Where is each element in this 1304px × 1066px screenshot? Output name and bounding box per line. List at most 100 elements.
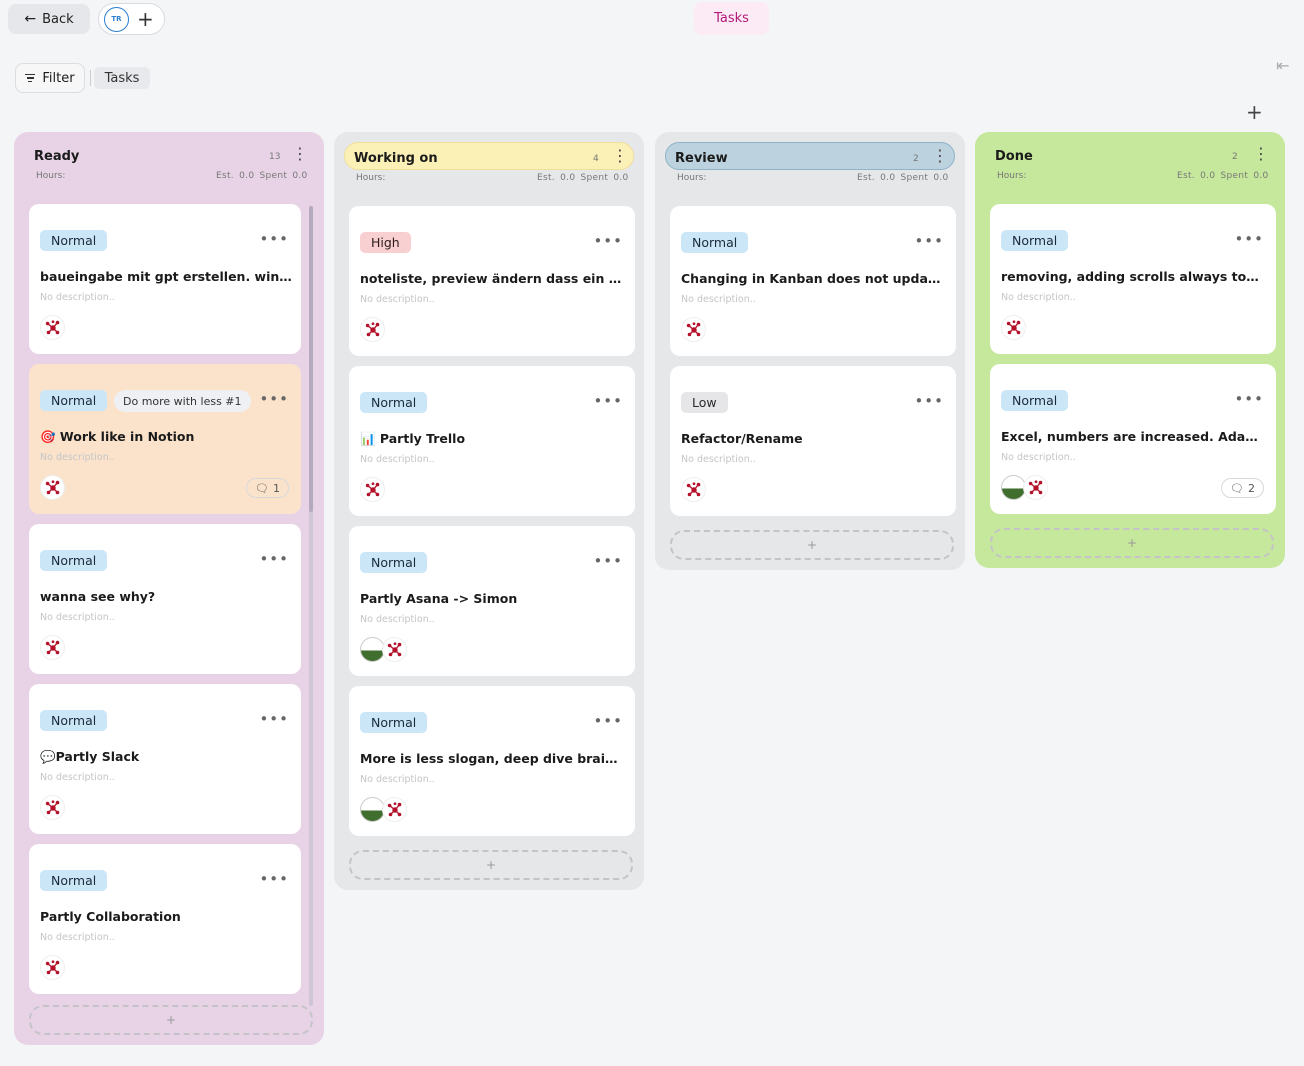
task-card[interactable]: Normal ••• Partly Asana -> Simon No descrip… — [349, 526, 635, 676]
column-title[interactable]: Review — [675, 151, 728, 166]
card-title[interactable]: 💬Partly Slack — [40, 749, 292, 765]
priority-badge[interactable]: Low — [681, 392, 728, 413]
filter-button[interactable]: Filter — [15, 63, 85, 93]
priority-badge[interactable]: Normal — [360, 552, 428, 573]
task-card[interactable]: Normal ••• Changing in Kanban does not upd… — [670, 206, 956, 356]
priority-badge[interactable]: High — [360, 232, 411, 253]
card-title[interactable]: More is less slogan, deep dive brainstor… — [360, 751, 622, 766]
priority-badge[interactable]: Normal — [1001, 390, 1069, 411]
assignee-avatar[interactable] — [360, 317, 385, 342]
add-member-icon[interactable]: + — [137, 9, 154, 29]
filter-label: Filter — [42, 70, 75, 86]
column-menu-icon[interactable]: ⋮ — [1253, 146, 1269, 162]
assignee-avatar[interactable] — [40, 315, 65, 340]
add-card-button[interactable]: + — [349, 850, 633, 880]
priority-badge[interactable]: Normal — [1001, 230, 1069, 251]
assignee-avatar[interactable] — [1001, 315, 1026, 340]
card-title[interactable]: Changing in Kanban does not update It's … — [681, 271, 943, 286]
task-card[interactable]: Normal ••• Excel, numbers are increased. A… — [990, 364, 1276, 514]
card-title[interactable]: baueingabe mit gpt erstellen. windfang — [40, 269, 292, 284]
priority-badge[interactable]: Normal — [40, 390, 108, 411]
card-menu-icon[interactable]: ••• — [259, 390, 289, 408]
card-menu-icon[interactable]: ••• — [593, 392, 623, 410]
card-title[interactable]: Partly Asana -> Simon — [360, 591, 622, 606]
card-menu-icon[interactable]: ••• — [1234, 390, 1264, 408]
assignee-avatar[interactable] — [40, 475, 65, 500]
add-card-button[interactable]: + — [990, 528, 1274, 558]
member-avatar[interactable]: TR — [104, 6, 129, 32]
add-card-button[interactable]: + — [29, 1005, 313, 1035]
card-menu-icon[interactable]: ••• — [593, 232, 623, 250]
priority-badge[interactable]: Normal — [40, 550, 108, 571]
card-title[interactable]: Partly Collaboration — [40, 909, 292, 924]
task-card[interactable]: Normal ••• 💬Partly Slack No description.. — [29, 684, 301, 834]
priority-badge[interactable]: Normal — [40, 710, 108, 731]
card-menu-icon[interactable]: ••• — [259, 230, 289, 248]
collapse-arrow-icon[interactable]: ⇤ — [1276, 56, 1289, 75]
card-menu-icon[interactable]: ••• — [259, 710, 289, 728]
task-card[interactable]: Low ••• Refactor/Rename No description.. — [670, 366, 956, 516]
assignee-avatar[interactable] — [40, 795, 65, 820]
bug-avatar-icon — [45, 479, 59, 494]
card-title[interactable]: 📊 Partly Trello — [360, 431, 622, 447]
column-scrollbar[interactable] — [309, 206, 313, 1006]
priority-badge[interactable]: Normal — [360, 392, 428, 413]
priority-badge[interactable]: Normal — [681, 232, 749, 253]
assignee-avatar[interactable] — [681, 477, 706, 502]
column-menu-icon[interactable]: ⋮ — [292, 146, 308, 162]
task-card[interactable]: Normal ••• Partly Collaboration No descript… — [29, 844, 301, 994]
task-card[interactable]: Normal ••• removing, adding scrolls always… — [990, 204, 1276, 354]
comment-count[interactable]: 🗨 1 — [246, 478, 289, 498]
assignee-avatar[interactable] — [382, 797, 407, 822]
add-column-button[interactable]: + — [1246, 100, 1263, 124]
column-title[interactable]: Ready — [34, 149, 79, 164]
card-menu-icon[interactable]: ••• — [1234, 230, 1264, 248]
column-menu-icon[interactable]: ⋮ — [932, 148, 948, 164]
comment-count[interactable]: 🗨 2 — [1221, 478, 1264, 498]
task-card[interactable]: Normal ••• baueingabe mit gpt erstellen. w… — [29, 204, 301, 354]
priority-badge[interactable]: Normal — [40, 870, 108, 891]
back-button[interactable]: ← Back — [8, 4, 90, 34]
assignee-avatar[interactable] — [681, 317, 706, 342]
column-title[interactable]: Done — [995, 149, 1033, 164]
column-menu-icon[interactable]: ⋮ — [612, 148, 628, 164]
card-title[interactable]: removing, adding scrolls always to the t… — [1001, 269, 1263, 284]
bug-avatar-icon — [365, 321, 379, 336]
card-title[interactable]: wanna see why? — [40, 589, 292, 604]
card-title[interactable]: Excel, numbers are increased. Adapt. — [1001, 429, 1263, 444]
assignee-avatar[interactable] — [40, 955, 65, 980]
card-menu-icon[interactable]: ••• — [914, 232, 944, 250]
assignee-avatar[interactable] — [382, 637, 407, 662]
column-est-spent: Est. 0.0 Spent 0.0 — [1177, 171, 1269, 181]
column-est-spent: Est. 0.0 Spent 0.0 — [216, 171, 308, 181]
card-menu-icon[interactable]: ••• — [914, 392, 944, 410]
comment-icon: 🗨 — [1230, 481, 1244, 495]
card-description: No description.. — [681, 454, 756, 465]
card-title[interactable]: 🎯 Work like in Notion — [40, 429, 292, 445]
card-title[interactable]: noteliste, preview ändern dass ein bild,… — [360, 271, 622, 286]
task-card[interactable]: High ••• noteliste, preview ändern dass ei… — [349, 206, 635, 356]
view-tag-tasks[interactable]: Tasks — [94, 67, 150, 89]
task-card[interactable]: Normal Do more with less #1 ••• 🎯 Work like… — [29, 364, 301, 514]
card-description: No description.. — [40, 772, 115, 783]
column-title[interactable]: Working on — [354, 151, 438, 166]
task-card[interactable]: Normal ••• More is less slogan, deep dive … — [349, 686, 635, 836]
assignee-avatar[interactable] — [40, 635, 65, 660]
assignee-avatar[interactable] — [1023, 475, 1048, 500]
card-description: No description.. — [40, 932, 115, 943]
priority-badge[interactable]: Normal — [40, 230, 108, 251]
bug-avatar-icon — [387, 641, 401, 656]
task-card[interactable]: Normal ••• 📊 Partly Trello No description.. — [349, 366, 635, 516]
card-menu-icon[interactable]: ••• — [259, 870, 289, 888]
card-title[interactable]: Refactor/Rename — [681, 431, 943, 446]
add-card-button[interactable]: + — [670, 530, 954, 560]
tab-tasks[interactable]: Tasks — [694, 2, 769, 35]
card-menu-icon[interactable]: ••• — [593, 712, 623, 730]
assignee-avatar[interactable] — [360, 477, 385, 502]
goal-tag[interactable]: Do more with less #1 — [114, 390, 251, 412]
task-card[interactable]: Normal ••• wanna see why? No description.. — [29, 524, 301, 674]
card-menu-icon[interactable]: ••• — [259, 550, 289, 568]
priority-badge[interactable]: Normal — [360, 712, 428, 733]
card-menu-icon[interactable]: ••• — [593, 552, 623, 570]
scrollbar-thumb[interactable] — [309, 206, 313, 512]
